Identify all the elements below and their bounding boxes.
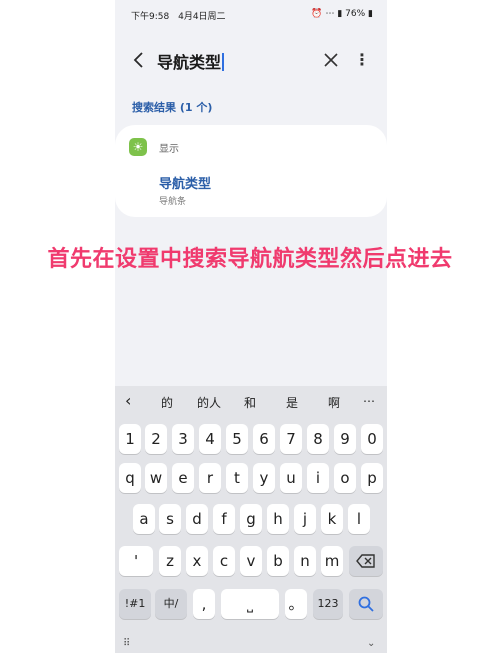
key-j[interactable]: j bbox=[294, 504, 316, 534]
suggestion-item[interactable]: 和 bbox=[244, 394, 256, 411]
backspace-icon bbox=[356, 552, 376, 570]
suggestion-item[interactable]: 的人 bbox=[197, 394, 221, 411]
backspace-key[interactable] bbox=[349, 546, 383, 576]
result-category: 显示 bbox=[159, 144, 179, 155]
suggestion-item[interactable]: 的 bbox=[161, 394, 173, 411]
suggestion-item[interactable]: 是 bbox=[286, 394, 298, 411]
key-d[interactable]: d bbox=[186, 504, 208, 534]
back-icon[interactable] bbox=[129, 48, 149, 72]
suggestion-back-icon[interactable]: ‹ bbox=[125, 391, 131, 410]
period-key[interactable]: 。 bbox=[285, 589, 307, 619]
result-subtitle: 导航条 bbox=[159, 197, 187, 207]
key-9[interactable]: 9 bbox=[334, 424, 356, 454]
signal-icon: ▮ bbox=[337, 9, 343, 19]
battery-level: 76% bbox=[345, 9, 366, 19]
language-key[interactable]: 中/ bbox=[155, 589, 187, 619]
status-time: 下午9:58 bbox=[131, 12, 170, 22]
space-key[interactable]: ⎵ bbox=[221, 589, 279, 619]
key-2[interactable]: 2 bbox=[145, 424, 167, 454]
key-n[interactable]: n bbox=[294, 546, 316, 576]
text-cursor bbox=[222, 53, 224, 71]
key-k[interactable]: k bbox=[321, 504, 343, 534]
key-c[interactable]: c bbox=[213, 546, 235, 576]
key-0[interactable]: 0 bbox=[361, 424, 383, 454]
comma-key[interactable]: , bbox=[193, 589, 215, 619]
key-r[interactable]: r bbox=[199, 463, 221, 493]
key-y[interactable]: y bbox=[253, 463, 275, 493]
search-query: 导航类型 bbox=[157, 53, 222, 72]
key-q[interactable]: q bbox=[119, 463, 141, 493]
keyboard: ‹ 的 的人 和 是 啊 ⋯ 1 2 3 4 5 6 7 8 9 0 q w e… bbox=[115, 386, 387, 653]
symbols-key[interactable]: !#1 bbox=[119, 589, 151, 619]
key-l[interactable]: l bbox=[348, 504, 370, 534]
key-h[interactable]: h bbox=[267, 504, 289, 534]
key-e[interactable]: e bbox=[172, 463, 194, 493]
key-5[interactable]: 5 bbox=[226, 424, 248, 454]
key-8[interactable]: 8 bbox=[307, 424, 329, 454]
status-bar: 下午9:58 4月4日周二 ⏰ ⋯ ▮ 76% ▮ bbox=[115, 0, 387, 30]
key-b[interactable]: b bbox=[267, 546, 289, 576]
key-apostrophe[interactable]: ' bbox=[119, 546, 153, 576]
settings-sun-icon: ☀ bbox=[129, 138, 147, 156]
key-7[interactable]: 7 bbox=[280, 424, 302, 454]
more-suggestions-icon[interactable]: ⋯ bbox=[363, 394, 375, 408]
search-app-bar: 导航类型 ⋮ bbox=[115, 36, 387, 84]
key-x[interactable]: x bbox=[186, 546, 208, 576]
key-t[interactable]: t bbox=[226, 463, 248, 493]
key-p[interactable]: p bbox=[361, 463, 383, 493]
key-f[interactable]: f bbox=[213, 504, 235, 534]
key-i[interactable]: i bbox=[307, 463, 329, 493]
battery-icon: ▮ bbox=[368, 9, 373, 19]
key-3[interactable]: 3 bbox=[172, 424, 194, 454]
search-icon bbox=[358, 595, 374, 613]
key-z[interactable]: z bbox=[159, 546, 181, 576]
search-result-card[interactable]: ☀ 显示 导航类型 导航条 bbox=[115, 125, 387, 217]
suggestion-bar: ‹ 的 的人 和 是 啊 ⋯ bbox=[115, 386, 387, 420]
key-6[interactable]: 6 bbox=[253, 424, 275, 454]
keyboard-bottom-bar: ⠿ ⌄ bbox=[115, 638, 387, 653]
wifi-icon: ⋯ bbox=[325, 9, 335, 19]
space-icon: ⎵ bbox=[246, 595, 253, 613]
search-key[interactable] bbox=[349, 589, 383, 619]
more-icon[interactable]: ⋮ bbox=[353, 46, 371, 74]
status-icons: ⏰ ⋯ ▮ 76% ▮ bbox=[311, 9, 373, 19]
key-u[interactable]: u bbox=[280, 463, 302, 493]
key-o[interactable]: o bbox=[334, 463, 356, 493]
keyboard-grid-icon[interactable]: ⠿ bbox=[123, 638, 130, 649]
results-count-label: 搜索结果 (1 个) bbox=[132, 101, 213, 114]
key-a[interactable]: a bbox=[133, 504, 155, 534]
close-icon[interactable] bbox=[319, 46, 343, 74]
instruction-overlay-text: 首先在设置中搜索导航航类型然后点进去 bbox=[47, 247, 453, 272]
alarm-icon: ⏰ bbox=[311, 9, 323, 19]
numbers-key[interactable]: 123 bbox=[313, 589, 343, 619]
key-v[interactable]: v bbox=[240, 546, 262, 576]
key-1[interactable]: 1 bbox=[119, 424, 141, 454]
key-4[interactable]: 4 bbox=[199, 424, 221, 454]
status-date: 4月4日周二 bbox=[178, 12, 226, 22]
key-g[interactable]: g bbox=[240, 504, 262, 534]
key-m[interactable]: m bbox=[321, 546, 343, 576]
result-title[interactable]: 导航类型 bbox=[159, 173, 211, 192]
search-input[interactable]: 导航类型 bbox=[157, 49, 224, 73]
hide-keyboard-icon[interactable]: ⌄ bbox=[367, 638, 375, 649]
key-s[interactable]: s bbox=[159, 504, 181, 534]
key-w[interactable]: w bbox=[145, 463, 167, 493]
suggestion-item[interactable]: 啊 bbox=[328, 394, 340, 411]
